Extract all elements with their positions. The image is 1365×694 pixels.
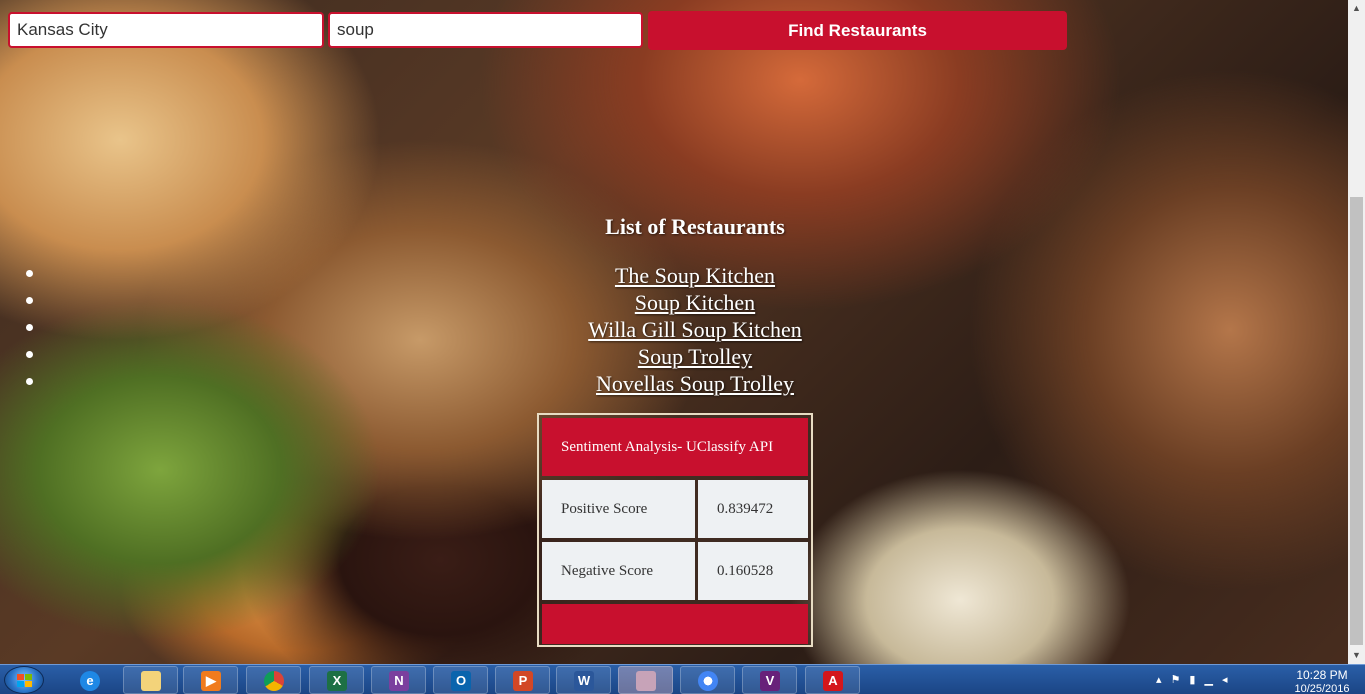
excel-icon: X xyxy=(327,671,347,691)
tray-icons[interactable]: ▴⚑▮▁◂ xyxy=(1156,673,1236,686)
internet-explorer-icon: e xyxy=(80,671,100,691)
outlook-icon: O xyxy=(451,671,471,691)
taskbar-excel[interactable]: X xyxy=(309,666,364,694)
location-input[interactable]: Kansas City xyxy=(8,12,324,48)
network-icon[interactable]: ▁ xyxy=(1204,673,1221,686)
negative-score-label: Negative Score xyxy=(542,542,695,600)
file-explorer-icon xyxy=(141,671,161,691)
find-restaurants-button[interactable]: Find Restaurants xyxy=(648,11,1067,50)
paint-icon xyxy=(636,671,656,691)
chrome-icon xyxy=(264,671,284,691)
search-query-input[interactable]: soup xyxy=(328,12,643,48)
acrobat-icon: A xyxy=(823,671,843,691)
taskbar-paint[interactable] xyxy=(618,666,673,694)
taskbar-powerpoint[interactable]: P xyxy=(495,666,550,694)
bullet xyxy=(26,297,33,304)
taskbar-clock[interactable]: 10:28 PM 10/25/2016 xyxy=(1289,668,1355,694)
show-hidden-icons-icon[interactable]: ▴ xyxy=(1156,673,1171,686)
onenote-icon: N xyxy=(389,671,409,691)
vertical-scrollbar[interactable]: ▲ ▼ xyxy=(1348,0,1365,664)
chrome-canary-icon xyxy=(698,671,718,691)
taskbar-acrobat[interactable]: A xyxy=(805,666,860,694)
bullet-list xyxy=(26,270,33,405)
list-item: The Soup Kitchen xyxy=(520,262,870,289)
sentiment-table: Sentiment Analysis- UClassify API Positi… xyxy=(537,413,813,647)
list-item: Willa Gill Soup Kitchen xyxy=(520,316,870,343)
restaurant-list-title: List of Restaurants xyxy=(605,214,785,239)
positive-score-label: Positive Score xyxy=(542,480,695,538)
list-item: Soup Trolley xyxy=(520,343,870,370)
clock-time: 10:28 PM xyxy=(1296,668,1348,682)
list-item: Soup Kitchen xyxy=(520,289,870,316)
bullet xyxy=(26,324,33,331)
taskbar-onenote[interactable]: N xyxy=(371,666,426,694)
negative-score-value: 0.160528 xyxy=(698,542,808,600)
taskbar-chrome-2[interactable] xyxy=(680,666,735,694)
taskbar-file-explorer[interactable] xyxy=(123,666,178,694)
media-player-icon: ▶ xyxy=(201,671,221,691)
taskbar-word[interactable]: W xyxy=(556,666,611,694)
bullet xyxy=(26,378,33,385)
positive-score-value: 0.839472 xyxy=(698,480,808,538)
volume-icon[interactable]: ◂ xyxy=(1222,673,1237,686)
bullet xyxy=(26,270,33,277)
restaurant-list: The Soup Kitchen Soup Kitchen Willa Gill… xyxy=(520,262,870,397)
sentiment-header: Sentiment Analysis- UClassify API xyxy=(542,418,808,476)
system-tray: ▴⚑▮▁◂ 10:28 PM 10/25/2016 xyxy=(1150,665,1365,694)
restaurant-link[interactable]: Novellas Soup Trolley xyxy=(596,371,794,396)
scroll-down-arrow-icon[interactable]: ▼ xyxy=(1348,647,1365,664)
taskbar-chrome[interactable] xyxy=(246,666,301,694)
page: Kansas City soup Find Restaurants List o… xyxy=(0,0,1365,664)
scroll-up-arrow-icon[interactable]: ▲ xyxy=(1348,0,1365,17)
restaurant-link[interactable]: The Soup Kitchen xyxy=(615,263,775,288)
powerpoint-icon: P xyxy=(513,671,533,691)
taskbar-outlook[interactable]: O xyxy=(433,666,488,694)
flag-icon[interactable]: ⚑ xyxy=(1171,673,1190,686)
restaurant-link[interactable]: Soup Trolley xyxy=(638,344,752,369)
taskbar-visual-studio[interactable]: V xyxy=(742,666,797,694)
clock-date: 10/25/2016 xyxy=(1294,683,1350,694)
list-item: Novellas Soup Trolley xyxy=(520,370,870,397)
restaurant-link[interactable]: Willa Gill Soup Kitchen xyxy=(588,317,802,342)
taskbar-media-player[interactable]: ▶ xyxy=(183,666,238,694)
taskbar: e ▶ X N O P W V A ▴⚑▮▁◂ 10:28 PM 10/25/2… xyxy=(0,664,1365,694)
restaurant-link[interactable]: Soup Kitchen xyxy=(635,290,755,315)
taskbar-internet-explorer[interactable]: e xyxy=(62,666,117,694)
scroll-thumb[interactable] xyxy=(1350,197,1363,645)
windows-logo-icon xyxy=(17,674,33,688)
word-icon: W xyxy=(574,671,594,691)
bullet xyxy=(26,351,33,358)
visual-studio-icon: V xyxy=(760,671,780,691)
sentiment-footer xyxy=(542,604,808,644)
start-button[interactable] xyxy=(4,666,44,694)
battery-icon[interactable]: ▮ xyxy=(1189,673,1204,686)
